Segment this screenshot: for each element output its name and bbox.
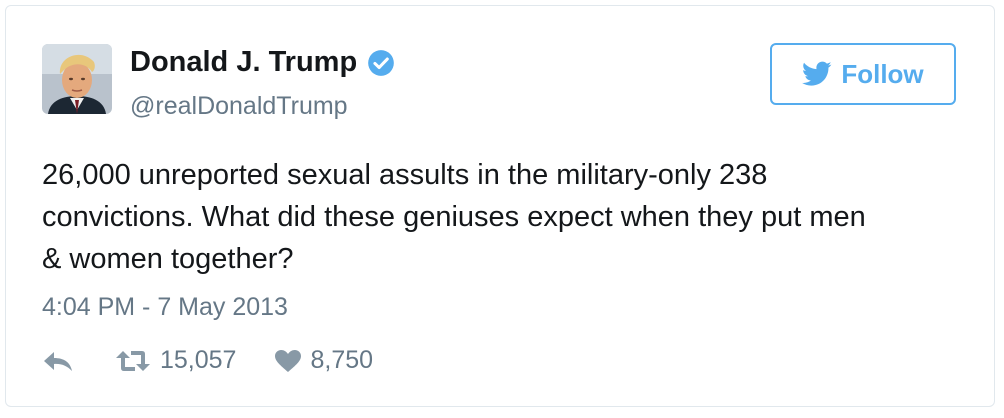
tweet-card: Donald J. Trump @realDonaldTrump Follow … xyxy=(5,5,995,407)
tweet-text-line: convictions. What did these geniuses exp… xyxy=(42,201,866,233)
tweet-text-line: & women together? xyxy=(42,243,294,275)
like-count: 8,750 xyxy=(310,346,374,374)
heart-icon xyxy=(275,349,302,372)
follow-label: Follow xyxy=(841,58,924,89)
reply-button[interactable] xyxy=(42,349,74,373)
author-handle[interactable]: @realDonaldTrump xyxy=(130,92,348,121)
retweet-button[interactable]: 15,057 xyxy=(114,346,236,375)
author-name[interactable]: Donald J. Trump xyxy=(130,46,357,79)
tweet-text-line: 26,000 unreported sexual assults in the … xyxy=(42,159,768,191)
author-name-row[interactable]: Donald J. Trump xyxy=(130,46,395,79)
retweet-count: 15,057 xyxy=(160,346,237,374)
tweet-actions: 15,057 8,750 xyxy=(42,346,373,375)
avatar[interactable] xyxy=(42,44,112,114)
tweet-timestamp[interactable]: 4:04 PM - 7 May 2013 xyxy=(42,293,288,322)
twitter-bird-icon xyxy=(802,61,832,86)
tweet-text: 26,000 unreported sexual assults in the … xyxy=(42,154,972,280)
retweet-icon xyxy=(116,350,150,371)
verified-badge-icon xyxy=(368,49,395,76)
follow-button[interactable]: Follow xyxy=(770,43,956,105)
reply-icon xyxy=(44,351,72,371)
avatar-image xyxy=(42,44,112,114)
like-button[interactable]: 8,750 xyxy=(274,346,373,375)
